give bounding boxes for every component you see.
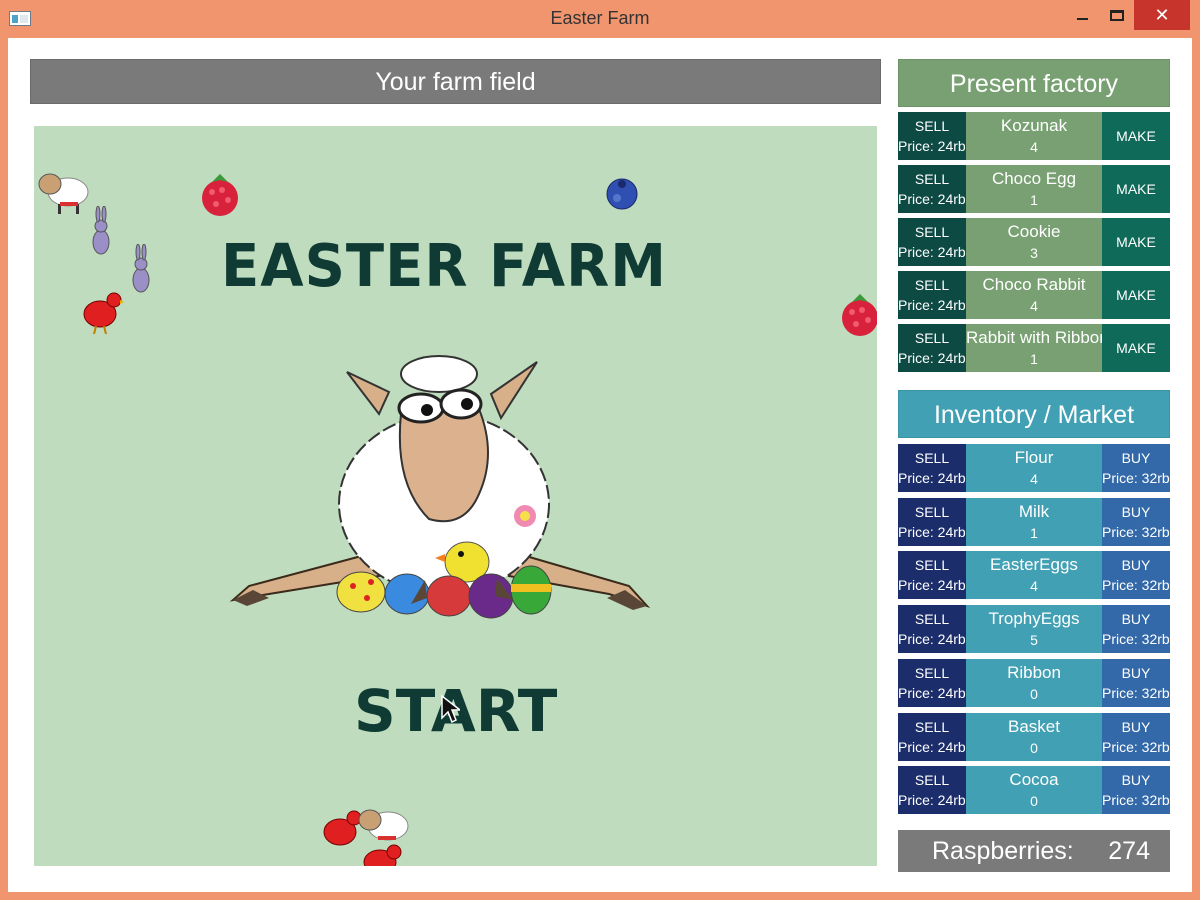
factory-item: Choco Rabbit 4 bbox=[966, 271, 1102, 319]
item-name: Rabbit with Ribbon bbox=[966, 328, 1102, 347]
buy-button[interactable]: BUY Price: 32rb bbox=[1102, 658, 1170, 707]
inventory-item: Milk 1 bbox=[966, 497, 1102, 546]
hen-icon[interactable] bbox=[360, 844, 406, 866]
sell-button[interactable]: SELL Price: 24rb bbox=[898, 324, 966, 372]
item-name: Cocoa bbox=[1009, 770, 1059, 790]
item-name: EasterEggs bbox=[990, 555, 1078, 575]
item-quantity: 3 bbox=[1030, 245, 1038, 261]
inventory-item: TrophyEggs 5 bbox=[966, 605, 1102, 654]
buy-button[interactable]: BUY Price: 32rb bbox=[1102, 712, 1170, 761]
inventory-item: Cocoa 0 bbox=[966, 766, 1102, 815]
window-titlebar[interactable]: Easter Farm ✕ bbox=[0, 0, 1200, 38]
minimize-button[interactable] bbox=[1064, 0, 1100, 30]
blueberry-icon[interactable] bbox=[604, 176, 640, 212]
item-name: Choco Egg bbox=[991, 169, 1077, 188]
client-area: Your farm field EASTER FARM START Presen… bbox=[8, 38, 1192, 892]
item-name: Ribbon bbox=[1007, 662, 1061, 682]
maximize-button[interactable] bbox=[1100, 0, 1134, 30]
flower-icon bbox=[514, 505, 536, 527]
sell-button[interactable]: SELL Price: 24rb bbox=[898, 712, 966, 761]
sell-button[interactable]: SELL Price: 24rb bbox=[898, 218, 966, 266]
sell-button[interactable]: SELL Price: 24rb bbox=[898, 766, 966, 815]
buy-button[interactable]: BUY Price: 32rb bbox=[1102, 605, 1170, 654]
make-button[interactable]: MAKE bbox=[1102, 324, 1170, 372]
market-row: SELL Price: 24rb Ribbon 0 BUY Price: 32rb bbox=[898, 658, 1170, 707]
market-row: SELL Price: 24rb Basket 0 BUY Price: 32rb bbox=[898, 712, 1170, 761]
present-factory-header: Present factory bbox=[898, 59, 1170, 107]
item-quantity: 4 bbox=[1030, 139, 1038, 155]
sheep-mascot-icon bbox=[229, 355, 651, 619]
maximize-icon bbox=[1110, 9, 1124, 21]
raspberries-value: 274 bbox=[1108, 837, 1150, 865]
make-button[interactable]: MAKE bbox=[1102, 218, 1170, 266]
factory-item: Kozunak 4 bbox=[966, 112, 1102, 160]
window-title: Easter Farm bbox=[550, 8, 650, 28]
inventory-market-header: Inventory / Market bbox=[898, 390, 1170, 438]
sell-button[interactable]: SELL Price: 24rb bbox=[898, 551, 966, 600]
buy-button[interactable]: BUY Price: 32rb bbox=[1102, 551, 1170, 600]
factory-row: SELL Price: 24rb Choco Egg 1 MAKE bbox=[898, 165, 1170, 213]
item-quantity: 4 bbox=[1030, 298, 1038, 314]
inventory-item: EasterEggs 4 bbox=[966, 551, 1102, 600]
minimize-icon bbox=[1076, 18, 1088, 20]
item-name: Cookie bbox=[1007, 222, 1061, 241]
sell-button[interactable]: SELL Price: 24rb bbox=[898, 271, 966, 319]
item-quantity: 1 bbox=[1030, 524, 1038, 541]
make-button[interactable]: MAKE bbox=[1102, 165, 1170, 213]
sell-button[interactable]: SELL Price: 24rb bbox=[898, 444, 966, 492]
item-name: Basket bbox=[1008, 716, 1060, 736]
sell-button[interactable]: SELL Price: 24rb bbox=[898, 165, 966, 213]
sheep-icon[interactable] bbox=[36, 166, 90, 218]
factory-row: SELL Price: 24rb Kozunak 4 MAKE bbox=[898, 112, 1170, 160]
inventory-item: Flour 4 bbox=[966, 444, 1102, 492]
item-quantity: 0 bbox=[1030, 739, 1038, 756]
factory-item: Rabbit with Ribbon 1 bbox=[966, 324, 1102, 372]
factory-item: Choco Egg 1 bbox=[966, 165, 1102, 213]
factory-item: Cookie 3 bbox=[966, 218, 1102, 266]
market-row: SELL Price: 24rb Cocoa 0 BUY Price: 32rb bbox=[898, 766, 1170, 815]
item-name: TrophyEggs bbox=[988, 609, 1080, 629]
make-button[interactable]: MAKE bbox=[1102, 271, 1170, 319]
item-name: Choco Rabbit bbox=[982, 275, 1086, 294]
sell-button[interactable]: SELL Price: 24rb bbox=[898, 605, 966, 654]
farm-field[interactable]: EASTER FARM START bbox=[34, 126, 877, 866]
game-title: EASTER FARM bbox=[220, 232, 667, 301]
buy-button[interactable]: BUY Price: 32rb bbox=[1102, 766, 1170, 815]
raspberries-label: Raspberries: bbox=[932, 837, 1074, 865]
sell-button[interactable]: SELL Price: 24rb bbox=[898, 112, 966, 160]
inventory-item: Ribbon 0 bbox=[966, 658, 1102, 707]
item-quantity: 0 bbox=[1030, 685, 1038, 702]
market-row: SELL Price: 24rb EasterEggs 4 BUY Price: 32rb bbox=[898, 551, 1170, 600]
item-quantity: 1 bbox=[1030, 192, 1038, 208]
item-quantity: 1 bbox=[1030, 351, 1038, 367]
raspberry-icon[interactable] bbox=[198, 170, 242, 218]
item-quantity: 5 bbox=[1030, 632, 1038, 649]
item-name: Kozunak bbox=[1000, 116, 1068, 135]
factory-row: SELL Price: 24rb Cookie 3 MAKE bbox=[898, 218, 1170, 266]
inventory-item: Basket 0 bbox=[966, 712, 1102, 761]
item-quantity: 0 bbox=[1030, 793, 1038, 810]
factory-row: SELL Price: 24rb Choco Rabbit 4 MAKE bbox=[898, 271, 1170, 319]
sell-button[interactable]: SELL Price: 24rb bbox=[898, 658, 966, 707]
item-name: Flour bbox=[1014, 448, 1054, 467]
sell-button[interactable]: SELL Price: 24rb bbox=[898, 497, 966, 546]
close-button[interactable]: ✕ bbox=[1134, 0, 1190, 30]
make-button[interactable]: MAKE bbox=[1102, 112, 1170, 160]
item-name: Milk bbox=[1018, 501, 1050, 521]
buy-button[interactable]: BUY Price: 32rb bbox=[1102, 497, 1170, 546]
item-quantity: 4 bbox=[1030, 471, 1038, 487]
raspberries-counter: Raspberries: 274 bbox=[898, 830, 1170, 872]
market-row: SELL Price: 24rb TrophyEggs 5 BUY Price: 32rb bbox=[898, 605, 1170, 654]
market-row: SELL Price: 24rb Flour 4 BUY Price: 32rb bbox=[898, 444, 1170, 492]
farm-field-header: Your farm field bbox=[30, 59, 881, 104]
close-icon: ✕ bbox=[1154, 4, 1170, 25]
buy-button[interactable]: BUY Price: 32rb bbox=[1102, 444, 1170, 492]
factory-row: SELL Price: 24rb Rabbit with Ribbon 1 MAKE bbox=[898, 324, 1170, 372]
mouse-cursor-icon bbox=[441, 694, 460, 724]
market-row: SELL Price: 24rb Milk 1 BUY Price: 32rb bbox=[898, 497, 1170, 546]
item-quantity: 4 bbox=[1030, 578, 1038, 595]
